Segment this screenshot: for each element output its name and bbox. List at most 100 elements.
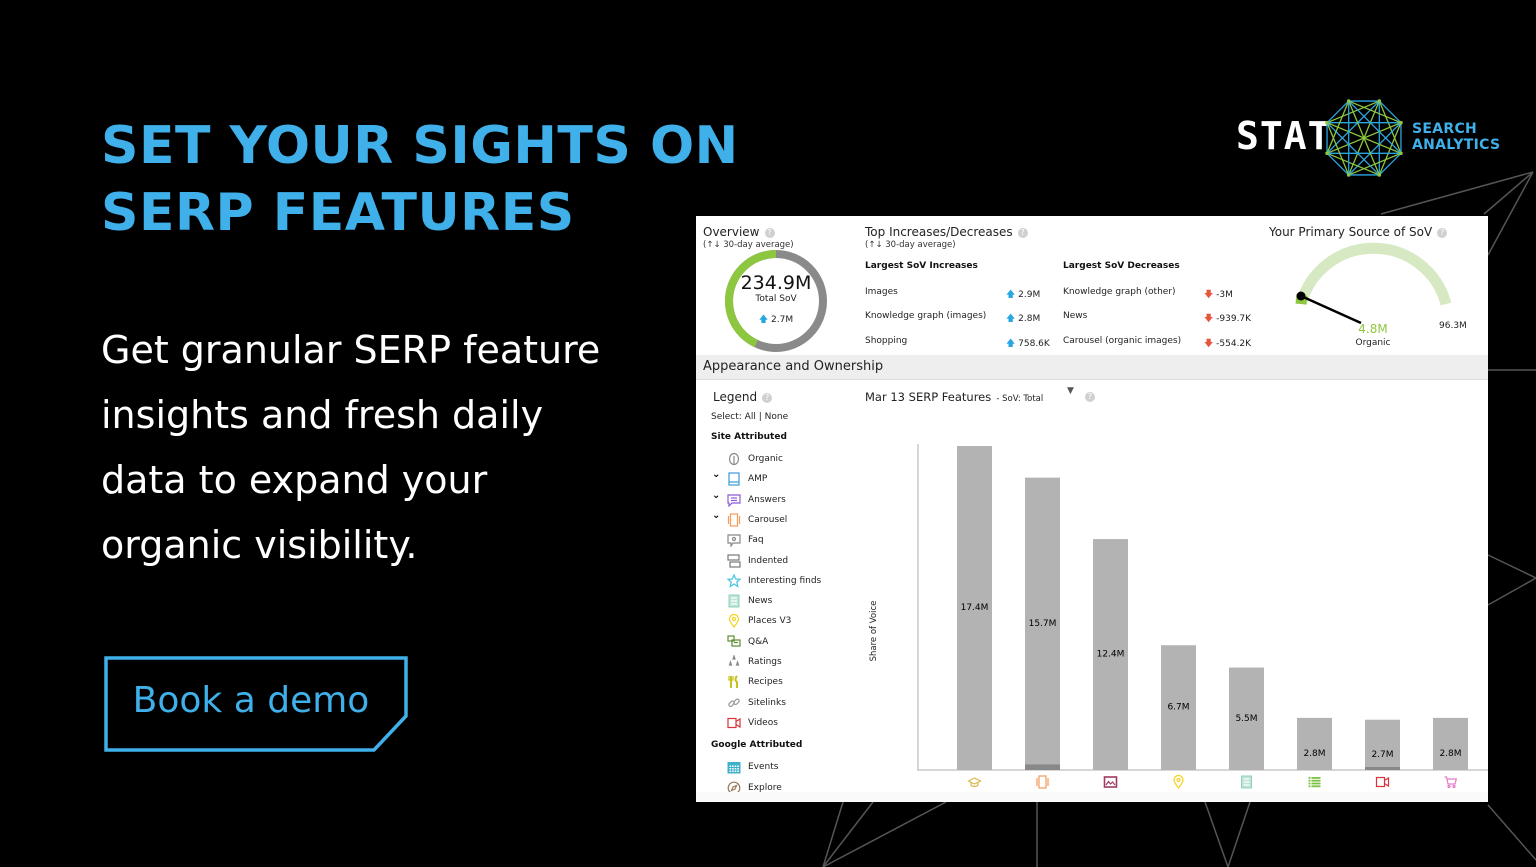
legend-item[interactable]: ⌄ Carousel — [696, 510, 856, 529]
news-icon — [728, 594, 740, 608]
headline-line-2: SERP FEATURES — [101, 183, 575, 243]
bar-shopping[interactable] — [1433, 717, 1468, 770]
decrease-name: News — [1063, 311, 1088, 321]
primary-source-value: 4.8M — [1358, 322, 1388, 336]
logo-node — [1399, 120, 1403, 125]
legend-item-label: AMP — [748, 474, 768, 485]
amp-icon — [728, 472, 740, 486]
legend-item-label: News — [748, 596, 773, 607]
legend-item-label: Explore — [748, 782, 782, 793]
increase-value: 🡅 758.6K — [1006, 336, 1050, 352]
indented-icon — [727, 553, 741, 568]
select-none-link[interactable]: None — [765, 412, 788, 422]
tagline-line-1: SEARCH — [1412, 121, 1478, 137]
faq-icon — [727, 534, 741, 548]
graduation-cap-icon — [967, 777, 982, 788]
decreases-title: Largest SoV Decreases — [1063, 261, 1180, 271]
logo-node — [1346, 99, 1351, 103]
x-axis-icons — [967, 774, 1458, 789]
book-demo-button[interactable]: Book a demo — [104, 656, 408, 752]
legend-item[interactable]: Events — [696, 760, 856, 776]
select-separator: | — [758, 412, 762, 422]
chevron-down-icon[interactable]: ⌄ — [712, 510, 720, 521]
logo-node — [1399, 151, 1403, 156]
logo-node — [1325, 120, 1329, 125]
decrease-name: Carousel (organic images) — [1063, 336, 1182, 346]
logo-line — [1378, 152, 1402, 176]
bar-list[interactable] — [1297, 717, 1332, 770]
legend-item-label: Carousel — [748, 514, 788, 525]
help-icon[interactable]: ? — [762, 393, 773, 403]
legend-item[interactable]: Places V3 — [696, 614, 856, 630]
legend-item-label: Sitelinks — [748, 697, 786, 708]
chevron-down-icon[interactable]: ⌄ — [712, 490, 720, 501]
arrow-down-icon: 🡇 — [1204, 339, 1214, 349]
legend-item[interactable]: Organic — [696, 452, 856, 468]
legend-item-label: Faq — [748, 535, 764, 546]
legend-item[interactable]: Videos — [696, 716, 856, 732]
logo-node — [1377, 173, 1382, 177]
logo-line — [1378, 100, 1402, 124]
list-icon — [1308, 777, 1321, 788]
increase-name: Images — [865, 287, 898, 297]
legend-item[interactable]: Q&A — [696, 635, 856, 651]
bar-owned-segment — [1365, 767, 1400, 770]
total-sov-value: 234.9M — [740, 272, 812, 294]
bar-value-label: 2.7M — [1371, 750, 1393, 760]
chart-metric-dropdown[interactable]: ▼ — [1067, 386, 1074, 396]
legend-item[interactable]: Faq — [696, 533, 856, 549]
arrow-up-icon: 🡅 — [758, 315, 769, 325]
value-text: -3M — [1216, 290, 1233, 300]
star-icon — [727, 573, 741, 588]
legend-item-label: Interesting finds — [748, 575, 822, 586]
bar-videos[interactable] — [1365, 719, 1400, 770]
bar-owned-segment — [1025, 764, 1060, 770]
gauge-needle-pivot — [1296, 291, 1306, 301]
legend-item[interactable]: Interesting finds — [696, 573, 856, 590]
bar-value-label: 5.5M — [1235, 714, 1257, 724]
legend-item[interactable]: Ratings — [696, 655, 856, 671]
decrease-name: Knowledge graph (other) — [1063, 287, 1176, 297]
chart-help: ? — [1080, 385, 1095, 404]
bar-value-label: 2.8M — [1439, 749, 1461, 759]
legend-item[interactable]: ⌄ Answers — [696, 490, 856, 509]
video-icon — [727, 717, 741, 728]
hero-headline: SET YOUR SIGHTS ON SERP FEATURES — [101, 113, 739, 247]
cart-icon — [1444, 776, 1458, 789]
logo-line — [1348, 100, 1402, 154]
total-sov-change: 🡅 2.7M — [723, 312, 829, 328]
legend-item[interactable]: Recipes — [696, 675, 856, 691]
decrease-value: 🡇 -3M — [1204, 287, 1233, 303]
chevron-down-icon[interactable]: ⌄ — [712, 469, 720, 480]
help-icon[interactable]: ? — [764, 228, 775, 238]
stat-logo[interactable]: STAT SEARCH ANALYTICS — [1236, 96, 1500, 180]
legend-item-label: Recipes — [748, 677, 783, 688]
bar-value-label: 17.4M — [961, 603, 989, 613]
legend-item[interactable]: Indented — [696, 553, 856, 570]
answers-icon — [727, 493, 741, 507]
qa-icon — [727, 635, 741, 647]
news-icon — [1241, 775, 1252, 789]
appearance-section-title: Appearance and Ownership — [703, 359, 884, 374]
help-icon[interactable]: ? — [1017, 228, 1028, 238]
video-icon — [1375, 776, 1390, 788]
legend-list: Site Attributed Organic ⌄ AMP ⌄ Answers ⌄ Carou… — [696, 432, 856, 802]
tagline-line-2: ANALYTICS — [1412, 137, 1501, 153]
overview-title: Overview — [703, 225, 760, 239]
calendar-icon — [727, 762, 741, 774]
arrow-down-icon: 🡇 — [1204, 314, 1214, 324]
legend-item[interactable]: News — [696, 594, 856, 610]
select-all-link[interactable]: All — [745, 412, 756, 422]
increase-name: Knowledge graph (images) — [865, 311, 987, 321]
carousel-icon — [1036, 775, 1049, 789]
legend-item-label: Indented — [748, 555, 789, 566]
top-changes-title: Top Increases/Decreases — [865, 225, 1013, 239]
logo-node — [1325, 151, 1329, 156]
help-icon[interactable]: ? — [1085, 392, 1095, 402]
legend-item[interactable]: Sitelinks — [696, 696, 856, 712]
legend-item[interactable]: ⌄ AMP — [696, 469, 856, 488]
subtext-line: Get granular SERP feature — [101, 328, 601, 372]
legend-item-label: Q&A — [748, 636, 769, 647]
donut-center: 234.9M Total SoV 🡅 2.7M — [723, 272, 829, 328]
serp-features-bar-chart: Share of Voice 17.4M 15.7M 12.4M 6.7M 5.5M 2.… — [869, 444, 1488, 789]
